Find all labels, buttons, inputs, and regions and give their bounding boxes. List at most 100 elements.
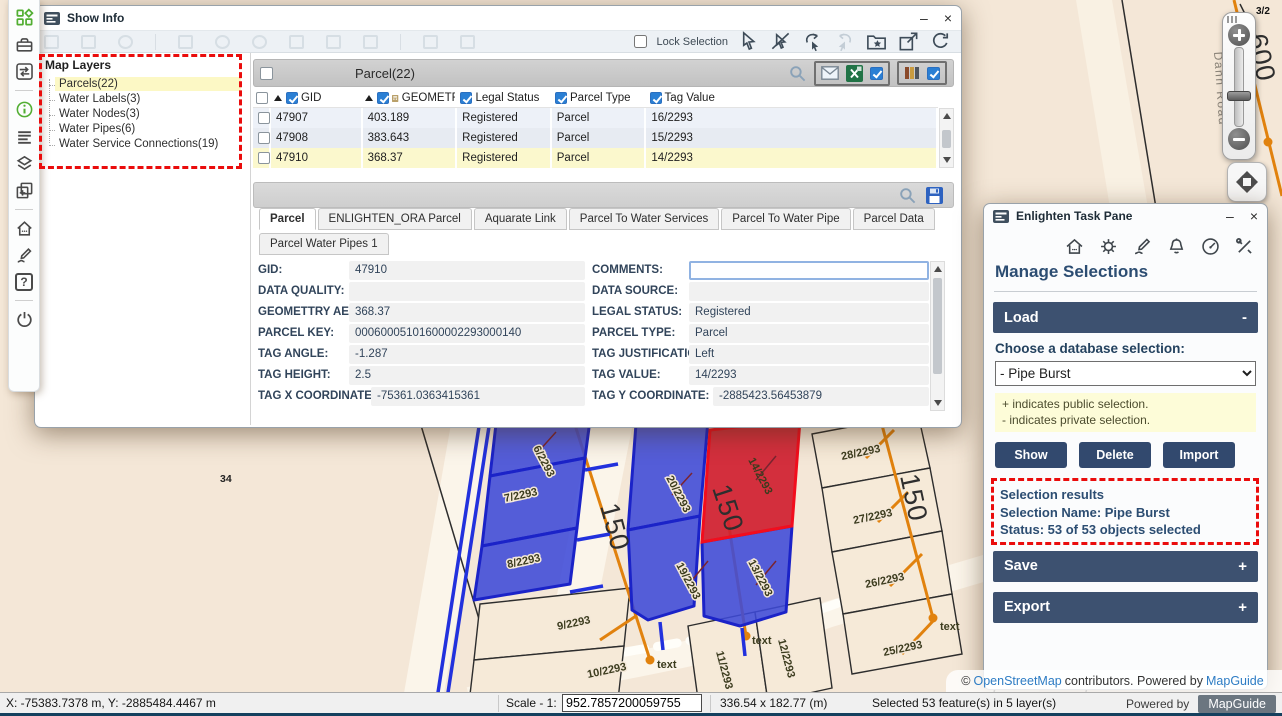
close-button[interactable]: ×: [1250, 209, 1258, 223]
tab-parcel-data[interactable]: Parcel Data: [853, 208, 935, 230]
minimize-button[interactable]: –: [1226, 209, 1234, 223]
column-checkbox[interactable]: [377, 92, 389, 104]
parcel-shape-highlighted[interactable]: [702, 420, 800, 542]
tab-parcel[interactable]: Parcel: [259, 208, 316, 230]
task-pane-titlebar[interactable]: Enlighten Task Pane – ×: [984, 204, 1267, 228]
column-checkbox[interactable]: [460, 92, 472, 104]
save-section-header[interactable]: Save +: [993, 551, 1258, 582]
home-icon[interactable]: [1064, 236, 1085, 257]
layer-item-water-labels[interactable]: Water Labels(3): [55, 92, 241, 106]
zoom-slider-thumb[interactable]: [1227, 91, 1251, 101]
export-section-header[interactable]: Export +: [993, 592, 1258, 623]
lock-selection-checkbox[interactable]: [634, 35, 647, 48]
pan-right-arrow[interactable]: [1251, 175, 1265, 189]
fields-scrollbar[interactable]: [930, 261, 945, 411]
report-columns-icon[interactable]: [904, 65, 920, 81]
info-icon[interactable]: [15, 100, 34, 119]
home-icon[interactable]: [15, 219, 34, 238]
row-checkbox[interactable]: [258, 112, 270, 124]
row-checkbox[interactable]: [258, 132, 270, 144]
pan-control[interactable]: [1227, 162, 1267, 202]
edit-icon[interactable]: [1132, 236, 1153, 257]
comments-input[interactable]: [689, 261, 929, 280]
table-row[interactable]: 47907 403.189 Registered Parcel 16/2293: [253, 108, 938, 128]
row-checkbox[interactable]: [258, 152, 270, 164]
bell-icon[interactable]: [1166, 236, 1187, 257]
search-icon[interactable]: [898, 186, 917, 205]
scroll-up-arrow[interactable]: [943, 113, 951, 119]
layer-item-water-pipes[interactable]: Water Pipes(6): [55, 122, 241, 136]
tab-enlighten-ora-parcel[interactable]: ENLIGHTEN_ORA Parcel: [318, 208, 472, 230]
row-select-all-checkbox[interactable]: [256, 92, 268, 104]
tab-parcel-to-water-pipe[interactable]: Parcel To Water Pipe: [721, 208, 850, 230]
scrollbar-thumb[interactable]: [942, 130, 951, 148]
import-button[interactable]: Import: [1163, 442, 1235, 468]
collapse-icon[interactable]: -: [1242, 309, 1247, 326]
expand-icon[interactable]: +: [1238, 599, 1247, 616]
column-header-parcel-type[interactable]: Parcel Type: [552, 89, 647, 107]
add-frame-icon[interactable]: [15, 181, 34, 200]
database-select[interactable]: - Pipe Burst: [995, 361, 1256, 386]
sketch-icon[interactable]: [15, 246, 34, 265]
scroll-down-arrow[interactable]: [943, 157, 951, 163]
zoom-in-button[interactable]: [1228, 24, 1250, 46]
excel-export-icon[interactable]: [846, 65, 863, 82]
scrollbar-thumb[interactable]: [933, 278, 942, 374]
mail-icon[interactable]: [821, 66, 839, 80]
open-in-window-icon[interactable]: [897, 30, 920, 53]
zoom-slider[interactable]: [1222, 12, 1256, 160]
show-info-titlebar[interactable]: Show Info – ×: [35, 6, 961, 30]
layers-icon[interactable]: [15, 154, 34, 173]
layer-item-water-nodes[interactable]: Water Nodes(3): [55, 107, 241, 121]
column-checkbox[interactable]: [555, 92, 567, 104]
column-header-legal-status[interactable]: Legal Status: [457, 89, 552, 107]
help-icon[interactable]: ?: [15, 273, 33, 291]
report-all-checkbox[interactable]: [927, 67, 940, 80]
export-all-checkbox[interactable]: [870, 67, 883, 80]
refresh-icon[interactable]: [929, 30, 952, 53]
close-button[interactable]: ×: [944, 11, 952, 25]
power-icon[interactable]: [15, 310, 34, 329]
toolbox-icon[interactable]: [15, 35, 34, 54]
undo-selection-icon[interactable]: [801, 30, 824, 53]
expand-icon[interactable]: +: [1238, 558, 1247, 575]
grid-scrollbar[interactable]: [939, 108, 954, 168]
column-checkbox[interactable]: [650, 92, 662, 104]
gauge-icon[interactable]: [1200, 236, 1221, 257]
column-checkbox[interactable]: [286, 92, 298, 104]
slider-grip[interactable]: [1227, 16, 1238, 23]
delete-button[interactable]: Delete: [1079, 442, 1151, 468]
search-icon[interactable]: [788, 64, 807, 83]
tab-parcel-water-pipes-1[interactable]: Parcel Water Pipes 1: [259, 233, 389, 255]
apps-icon[interactable]: [15, 8, 34, 27]
layer-item-water-service-connections[interactable]: Water Service Connections(19): [55, 137, 241, 151]
table-row-selected[interactable]: 47910 368.37 Registered Parcel 14/2293: [253, 148, 938, 168]
tab-aquarate-link[interactable]: Aquarate Link: [474, 208, 567, 230]
zoom-slider-track[interactable]: [1234, 47, 1244, 127]
list-icon[interactable]: [15, 127, 34, 146]
select-all-checkbox[interactable]: [260, 67, 273, 80]
load-section-header[interactable]: Load -: [993, 302, 1258, 333]
zoom-out-button[interactable]: [1228, 128, 1250, 150]
column-header-tag-value[interactable]: Tag Value: [647, 89, 938, 107]
scroll-down-arrow[interactable]: [934, 400, 942, 406]
table-row[interactable]: 47908 383.643 Registered Parcel 15/2293: [253, 128, 938, 148]
osm-link[interactable]: OpenStreetMap: [974, 674, 1062, 688]
swap-arrows-icon[interactable]: [15, 62, 34, 81]
column-header-geometry-area[interactable]: GEOMETRY A...: [362, 89, 457, 107]
mapguide-link[interactable]: MapGuide: [1206, 674, 1264, 688]
scale-input[interactable]: [562, 694, 702, 712]
pan-left-arrow[interactable]: [1229, 175, 1243, 189]
scroll-up-arrow[interactable]: [934, 266, 942, 272]
saved-selections-folder-icon[interactable]: [865, 30, 888, 53]
tab-parcel-to-water-services[interactable]: Parcel To Water Services: [569, 208, 719, 230]
mapguide-badge[interactable]: MapGuide: [1198, 695, 1276, 713]
column-header-gid[interactable]: GID: [271, 89, 363, 107]
minimize-button[interactable]: –: [920, 11, 928, 25]
redo-selection-icon[interactable]: [833, 30, 856, 53]
show-button[interactable]: Show: [995, 442, 1067, 468]
save-icon[interactable]: [926, 187, 943, 204]
gear-icon[interactable]: [1098, 236, 1119, 257]
select-cursor-icon[interactable]: [737, 30, 760, 53]
tools-icon[interactable]: [1234, 236, 1255, 257]
